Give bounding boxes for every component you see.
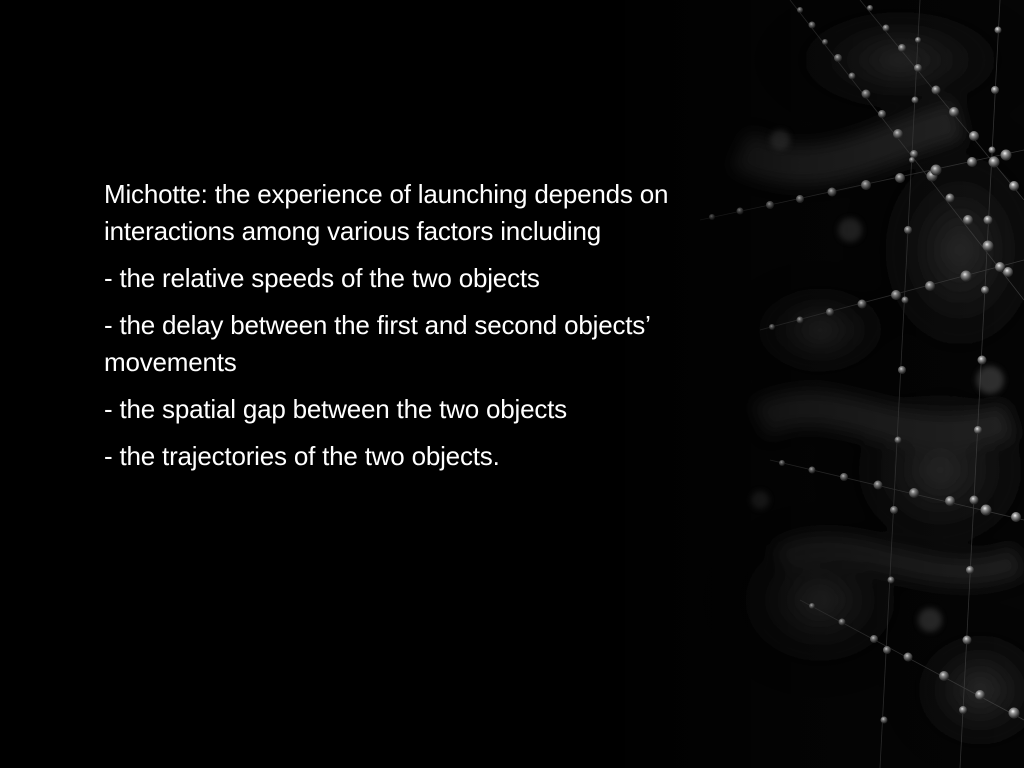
slide-body-text: Michotte: the experience of launching de… [104, 176, 704, 485]
bullet-spatial-gap: - the spatial gap between the two object… [104, 394, 567, 424]
slide: Michotte: the experience of launching de… [0, 0, 1024, 768]
bullet-trajectories: - the trajectories of the two objects. [104, 441, 500, 471]
intro-paragraph: Michotte: the experience of launching de… [104, 179, 669, 246]
bullet-delay: - the delay between the first and second… [104, 310, 650, 377]
bullet-relative-speeds: - the relative speeds of the two objects [104, 263, 540, 293]
